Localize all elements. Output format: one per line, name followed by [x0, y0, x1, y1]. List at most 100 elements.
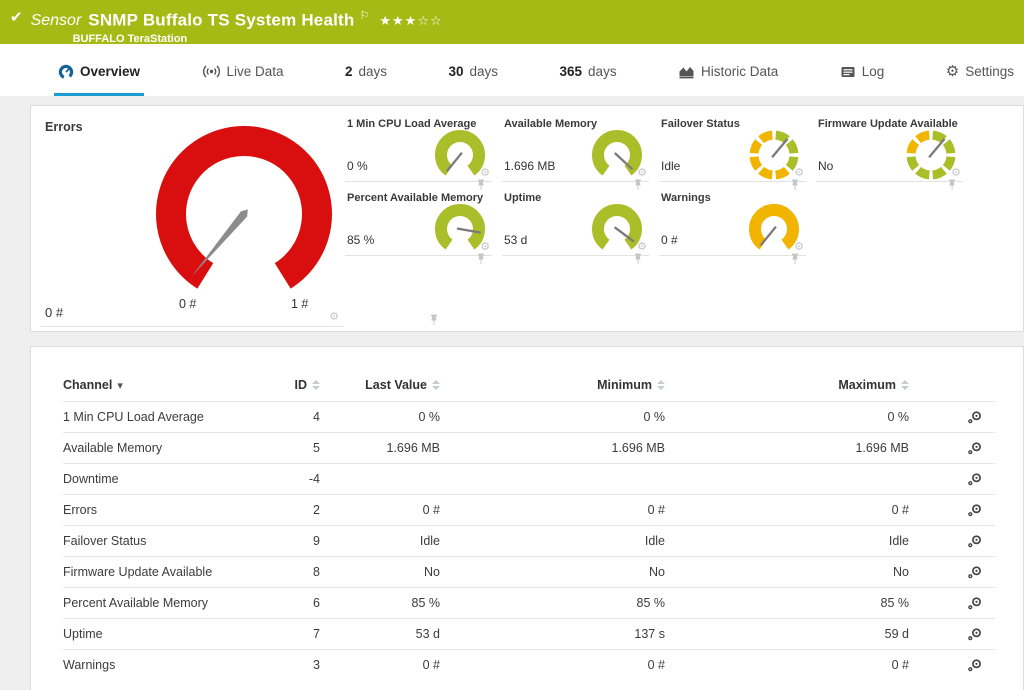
gauge-settings-gear-icon[interactable]: ⚙ [480, 168, 490, 179]
gauge-pin-icon[interactable] [633, 253, 643, 265]
cell-minimum: No [440, 565, 665, 579]
tab-label: days [359, 64, 388, 79]
cell-channel: Failover Status [63, 534, 260, 548]
table-row-firmware-update-available: Firmware Update Available8NoNoNo [63, 556, 995, 587]
tab-label: Log [862, 64, 885, 79]
gauge-settings-gear-icon[interactable]: ⚙ [794, 168, 804, 179]
device-name: BUFFALO TeraStation [73, 33, 443, 45]
gauge-current-value: 0 # [45, 305, 63, 320]
gauge-pin-icon[interactable] [790, 253, 800, 265]
channel-settings-button[interactable] [966, 472, 983, 487]
cell-maximum: Idle [665, 534, 909, 548]
gauge-settings-gear-icon[interactable]: ⚙ [480, 242, 490, 253]
sort-icon [901, 380, 909, 390]
mini-gauges-grid: 1 Min CPU Load Average0 %⚙Available Memo… [345, 114, 973, 331]
gauge-current-value: 85 % [347, 233, 374, 247]
channel-settings-gears-icon [966, 565, 983, 580]
channel-settings-button[interactable] [966, 441, 983, 456]
tab-label: days [588, 64, 617, 79]
gauge-settings-gear-icon[interactable]: ⚙ [637, 168, 647, 179]
gauge-pin-icon[interactable] [429, 314, 439, 326]
cell-minimum: 85 % [440, 596, 665, 610]
channels-panel: Channel▾IDLast ValueMinimumMaximum 1 Min… [30, 346, 1024, 690]
tab-2-days[interactable]: 2 days [341, 58, 391, 96]
live-data-icon [202, 64, 221, 79]
gauge-cell-available-memory: Available Memory1.696 MB⚙ [502, 114, 649, 182]
channel-settings-button[interactable] [966, 503, 983, 518]
channel-settings-gears-icon [966, 627, 983, 642]
gauge-settings-gear-icon[interactable]: ⚙ [637, 242, 647, 253]
cell-minimum: 137 s [440, 627, 665, 641]
tab-365-days[interactable]: 365days [556, 58, 621, 96]
cell-channel: Downtime [63, 472, 260, 486]
cell-last-value: 0 # [320, 503, 440, 517]
cell-channel: Available Memory [63, 441, 260, 455]
channel-settings-button[interactable] [966, 627, 983, 642]
tab-label: Historic Data [701, 64, 778, 79]
table-row-failover-status: Failover Status9IdleIdleIdle [63, 525, 995, 556]
table-row-warnings: Warnings30 #0 #0 # [63, 649, 995, 680]
gauge-cell-firmware-update-available: Firmware Update AvailableNo⚙ [816, 114, 963, 182]
cell-minimum: Idle [440, 534, 665, 548]
sort-icon [312, 380, 320, 390]
gauge-settings-gear-icon[interactable]: ⚙ [329, 312, 339, 323]
cell-maximum: 0 # [665, 658, 909, 672]
tab-number: 2 [345, 64, 353, 79]
gauge-pin-icon[interactable] [476, 253, 486, 265]
sensor-title: SNMP Buffalo TS System Health [88, 10, 354, 29]
channel-settings-gears-icon [966, 596, 983, 611]
gauge-settings-gear-icon[interactable]: ⚙ [951, 168, 961, 179]
gauge-current-value: 0 # [661, 233, 678, 247]
channel-settings-gears-icon [966, 503, 983, 518]
priority-stars[interactable]: ★★★☆☆ [379, 13, 442, 28]
gauge-current-value: 53 d [504, 233, 527, 247]
channel-settings-button[interactable] [966, 596, 983, 611]
gauge-title: Available Memory [504, 118, 597, 130]
channel-table-body: 1 Min CPU Load Average40 %0 %0 %Availabl… [63, 401, 995, 680]
cell-channel: Errors [63, 503, 260, 517]
column-header-maximum[interactable]: Maximum [665, 378, 909, 392]
tab-30-days[interactable]: 30days [445, 58, 503, 96]
tab-historic-data[interactable]: Historic Data [674, 58, 782, 96]
gauge-current-value: 0 % [347, 159, 368, 173]
gauge-pin-icon[interactable] [947, 179, 957, 191]
gauge-title: Warnings [661, 192, 711, 204]
cell-last-value: Idle [320, 534, 440, 548]
flag-icon[interactable]: ⚐ [360, 10, 370, 22]
tab-overview[interactable]: Overview [54, 58, 144, 96]
gauge-cell-errors: Errors 0 # 0 # 1 # ⚙ [39, 112, 345, 326]
gauge-icon [58, 64, 74, 80]
gauges-panel: Errors 0 # 0 # 1 # ⚙ 1 Min CPU Load Aver… [30, 105, 1024, 332]
column-header-id[interactable]: ID [260, 378, 320, 392]
cell-id: 9 [260, 534, 320, 548]
tab-settings[interactable]: ⚙Settings [942, 58, 1018, 96]
sensor-header: ✔ SensorSNMP Buffalo TS System Health⚐★★… [0, 0, 1024, 44]
channel-settings-button[interactable] [966, 658, 983, 673]
table-row-1-min-cpu-load-average: 1 Min CPU Load Average40 %0 %0 % [63, 401, 995, 432]
gauge-title: Errors [45, 120, 83, 134]
gauge-settings-gear-icon[interactable]: ⚙ [794, 242, 804, 253]
column-header-channel[interactable]: Channel▾ [63, 378, 260, 392]
channel-settings-button[interactable] [966, 565, 983, 580]
channel-settings-gears-icon [966, 410, 983, 425]
channel-settings-button[interactable] [966, 410, 983, 425]
column-header-minimum[interactable]: Minimum [440, 378, 665, 392]
table-row-percent-available-memory: Percent Available Memory685 %85 %85 % [63, 587, 995, 618]
cell-maximum: 1.696 MB [665, 441, 909, 455]
sort-desc-icon: ▾ [117, 379, 123, 392]
cell-minimum: 0 % [440, 410, 665, 424]
table-row-uptime: Uptime753 d137 s59 d [63, 618, 995, 649]
column-header-last-value[interactable]: Last Value [320, 378, 440, 392]
cell-id: 8 [260, 565, 320, 579]
gauge-current-value: Idle [661, 159, 680, 173]
tab-log[interactable]: Log [836, 58, 889, 96]
gauge-title: Failover Status [661, 118, 740, 130]
tab-label: Settings [965, 64, 1014, 79]
cell-channel: Percent Available Memory [63, 596, 260, 610]
tab-live-data[interactable]: Live Data [198, 58, 288, 96]
channel-settings-button[interactable] [966, 534, 983, 549]
tab-label: Overview [80, 64, 140, 79]
cell-maximum: 0 # [665, 503, 909, 517]
cell-maximum: No [665, 565, 909, 579]
table-row-available-memory: Available Memory51.696 MB1.696 MB1.696 M… [63, 432, 995, 463]
